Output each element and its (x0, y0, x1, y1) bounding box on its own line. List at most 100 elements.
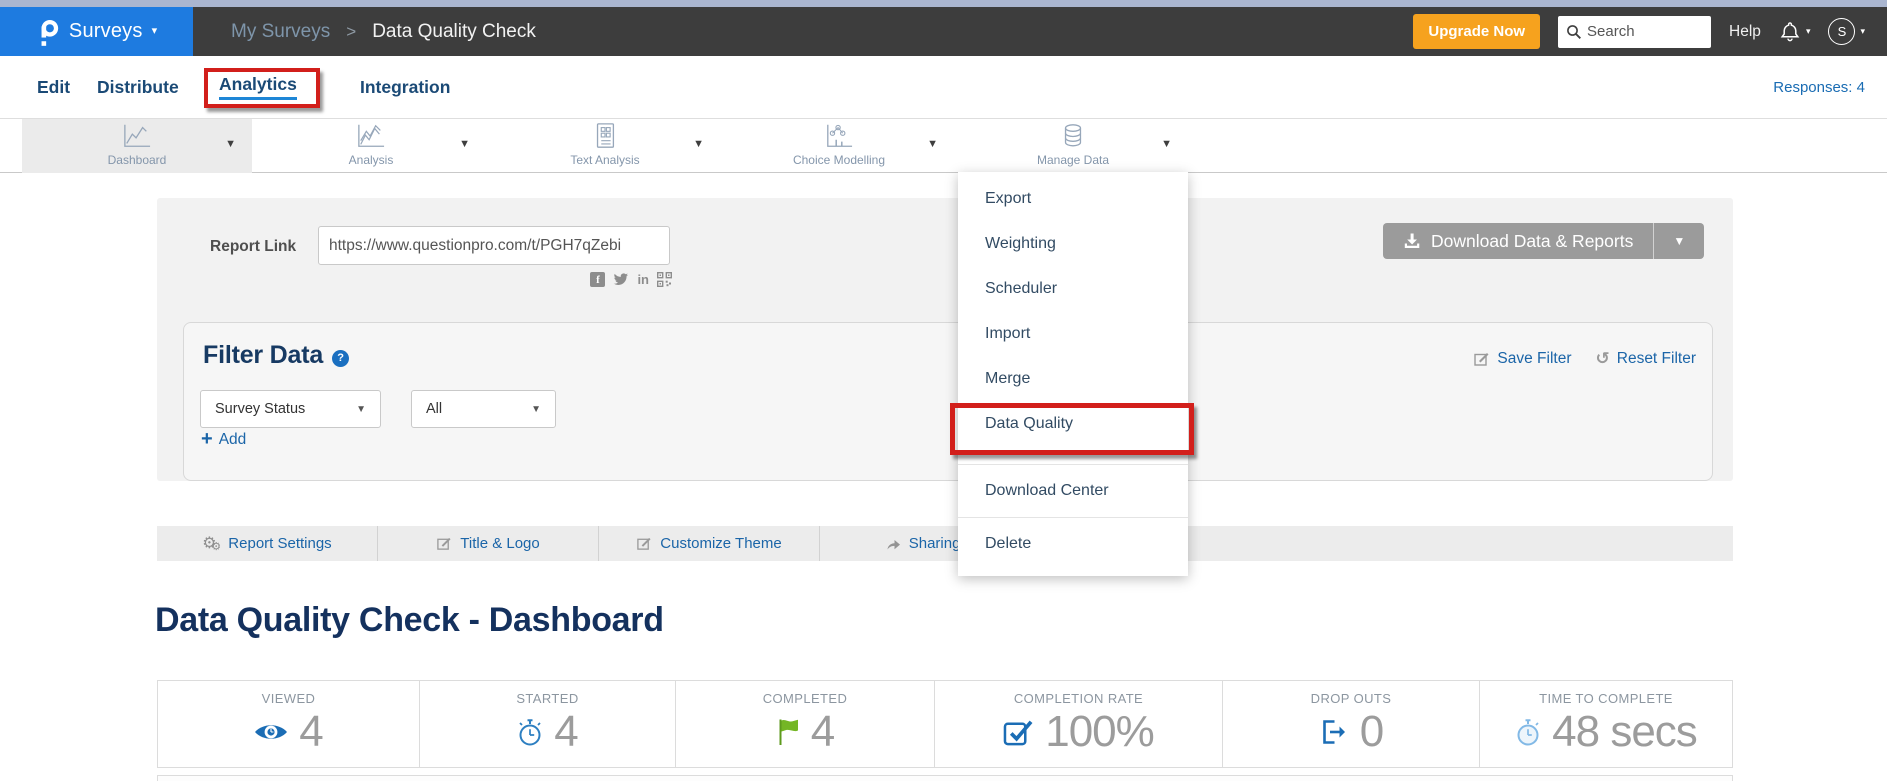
download-icon (1403, 233, 1421, 249)
report-settings-bar: ⚙ ⚙ Report Settings Title & Logo Customi… (157, 526, 1733, 561)
stat-completion-rate: COMPLETION RATE 100% (935, 681, 1223, 767)
questionpro-logo (36, 17, 60, 47)
menu-item-data-quality[interactable]: Data Quality (958, 401, 1188, 446)
avatar: S (1828, 18, 1855, 45)
menu-item-import[interactable]: Import (958, 311, 1188, 356)
menu-item-merge[interactable]: Merge (958, 356, 1188, 401)
chevron-down-icon[interactable]: ▼ (459, 138, 470, 150)
breadcrumb-my-surveys[interactable]: My Surveys (231, 21, 330, 43)
customize-theme-button[interactable]: Customize Theme (599, 526, 820, 561)
tab-integration[interactable]: Integration (360, 56, 450, 118)
analytics-toolbar: ▼ Dashboard ▼ Analysis ▼ Text Analysis ▼… (0, 118, 1887, 173)
responses-count: Responses: 4 (1773, 56, 1865, 118)
multi-line-chart-icon (355, 122, 387, 150)
tab-distribute[interactable]: Distribute (97, 56, 179, 118)
reset-filter-link[interactable]: ↺ Reset Filter (1596, 349, 1697, 369)
filter-data-title: Filter Data (203, 341, 323, 370)
exit-icon (1319, 718, 1349, 746)
chevron-down-icon: ▾ (1806, 27, 1811, 36)
filter-field-select[interactable]: Survey Status ▼ (200, 390, 381, 428)
scatter-chart-icon (823, 122, 855, 150)
breadcrumb: My Surveys > Data Quality Check (231, 21, 536, 43)
menu-item-download-center[interactable]: Download Center (958, 465, 1188, 517)
stat-drop-outs: DROP OUTS 0 (1223, 681, 1480, 767)
download-data-reports-button[interactable]: Download Data & Reports ▼ (1383, 223, 1704, 259)
help-link[interactable]: Help (1729, 23, 1761, 41)
product-name: Surveys (69, 20, 143, 43)
edit-pencil-icon (636, 536, 652, 551)
bell-icon (1779, 21, 1801, 43)
download-options-caret[interactable]: ▼ (1654, 223, 1704, 259)
line-chart-icon (121, 122, 153, 150)
upgrade-now-button[interactable]: Upgrade Now (1413, 14, 1540, 49)
help-icon[interactable]: ? (332, 350, 349, 367)
plus-icon: + (201, 429, 213, 449)
report-settings-button[interactable]: ⚙ ⚙ Report Settings (157, 526, 378, 561)
chevron-down-icon: ▾ (1860, 27, 1865, 36)
chevron-down-icon[interactable]: ▼ (225, 138, 236, 150)
undo-icon: ↺ (1596, 349, 1610, 369)
add-filter-link[interactable]: + Add (201, 431, 246, 449)
stopwatch-icon (517, 717, 543, 747)
chevron-down-icon[interactable]: ▼ (927, 138, 938, 150)
title-logo-button[interactable]: Title & Logo (378, 526, 599, 561)
account-menu[interactable]: S ▾ (1828, 18, 1865, 45)
window-top-strip (0, 0, 1887, 7)
flag-icon (776, 717, 800, 747)
tab-edit[interactable]: Edit (37, 56, 70, 118)
topbar: Surveys ▾ My Surveys > Data Quality Chec… (0, 7, 1887, 56)
stat-time-to-complete: TIME TO COMPLETE 48 secs (1480, 681, 1732, 767)
next-section-edge (157, 775, 1733, 781)
toolbar-item-dashboard[interactable]: ▼ Dashboard (22, 119, 252, 173)
search-box[interactable] (1558, 16, 1711, 48)
save-filter-link[interactable]: Save Filter (1473, 350, 1571, 368)
menu-item-delete[interactable]: Delete (958, 518, 1188, 570)
survey-stats-row: VIEWED 4 STARTED 4 COMPLETED (157, 680, 1733, 768)
chevron-down-icon[interactable]: ▼ (1161, 138, 1172, 150)
topbar-right-cluster: Upgrade Now Help ▾ S ▾ (1413, 14, 1887, 49)
report-link-input[interactable] (318, 226, 670, 265)
questionpro-analytics-screen: Surveys ▾ My Surveys > Data Quality Chec… (0, 0, 1887, 781)
newspaper-icon (592, 122, 618, 150)
report-card: Report Link f in Download Data & Reports (157, 198, 1733, 481)
chevron-down-icon: ▾ (152, 26, 158, 37)
chevron-down-icon[interactable]: ▼ (693, 138, 704, 150)
toolbar-item-manage-data[interactable]: ▼ Manage Data (958, 119, 1188, 173)
stat-completed: COMPLETED 4 (676, 681, 935, 767)
manage-data-dropdown-menu: Export Weighting Scheduler Import Merge … (958, 172, 1188, 576)
toolbar-item-choice-modelling[interactable]: ▼ Choice Modelling (724, 119, 954, 173)
database-icon (1061, 122, 1085, 150)
page-title: Data Quality Check - Dashboard (155, 601, 664, 640)
menu-item-weighting[interactable]: Weighting (958, 221, 1188, 266)
qr-code-icon[interactable] (657, 272, 672, 287)
survey-tab-nav: Edit Distribute Analytics Integration Re… (0, 56, 1887, 118)
share-icons-row: f in (578, 272, 672, 287)
facebook-icon[interactable]: f (590, 272, 605, 287)
checkbox-icon (1003, 718, 1034, 747)
eye-icon (254, 721, 288, 743)
stat-started: STARTED 4 (420, 681, 676, 767)
menu-item-export[interactable]: Export (958, 176, 1188, 221)
linkedin-icon[interactable]: in (637, 272, 649, 287)
search-input[interactable] (1587, 23, 1697, 40)
edit-pencil-icon (1473, 351, 1490, 367)
notifications-button[interactable]: ▾ (1779, 21, 1811, 43)
filter-data-panel: Filter Data ? Save Filter ↺ Reset Filter (183, 322, 1713, 481)
search-icon (1566, 24, 1582, 40)
edit-pencil-icon (436, 536, 452, 551)
toolbar-item-text-analysis[interactable]: ▼ Text Analysis (490, 119, 720, 173)
menu-item-scheduler[interactable]: Scheduler (958, 266, 1188, 311)
twitter-icon[interactable] (613, 273, 629, 287)
product-switcher[interactable]: Surveys ▾ (0, 7, 193, 56)
toolbar-item-analysis[interactable]: ▼ Analysis (256, 119, 486, 173)
timer-icon (1515, 717, 1541, 747)
report-link-label: Report Link (210, 238, 296, 256)
tab-analytics[interactable]: Analytics (219, 56, 297, 118)
chevron-down-icon: ▼ (531, 404, 541, 415)
gears-icon: ⚙ ⚙ (202, 535, 220, 552)
breadcrumb-separator: > (346, 22, 356, 42)
filter-value-select[interactable]: All ▼ (411, 390, 556, 428)
chevron-down-icon: ▼ (356, 404, 366, 415)
breadcrumb-survey-title: Data Quality Check (372, 21, 536, 43)
stat-viewed: VIEWED 4 (158, 681, 420, 767)
